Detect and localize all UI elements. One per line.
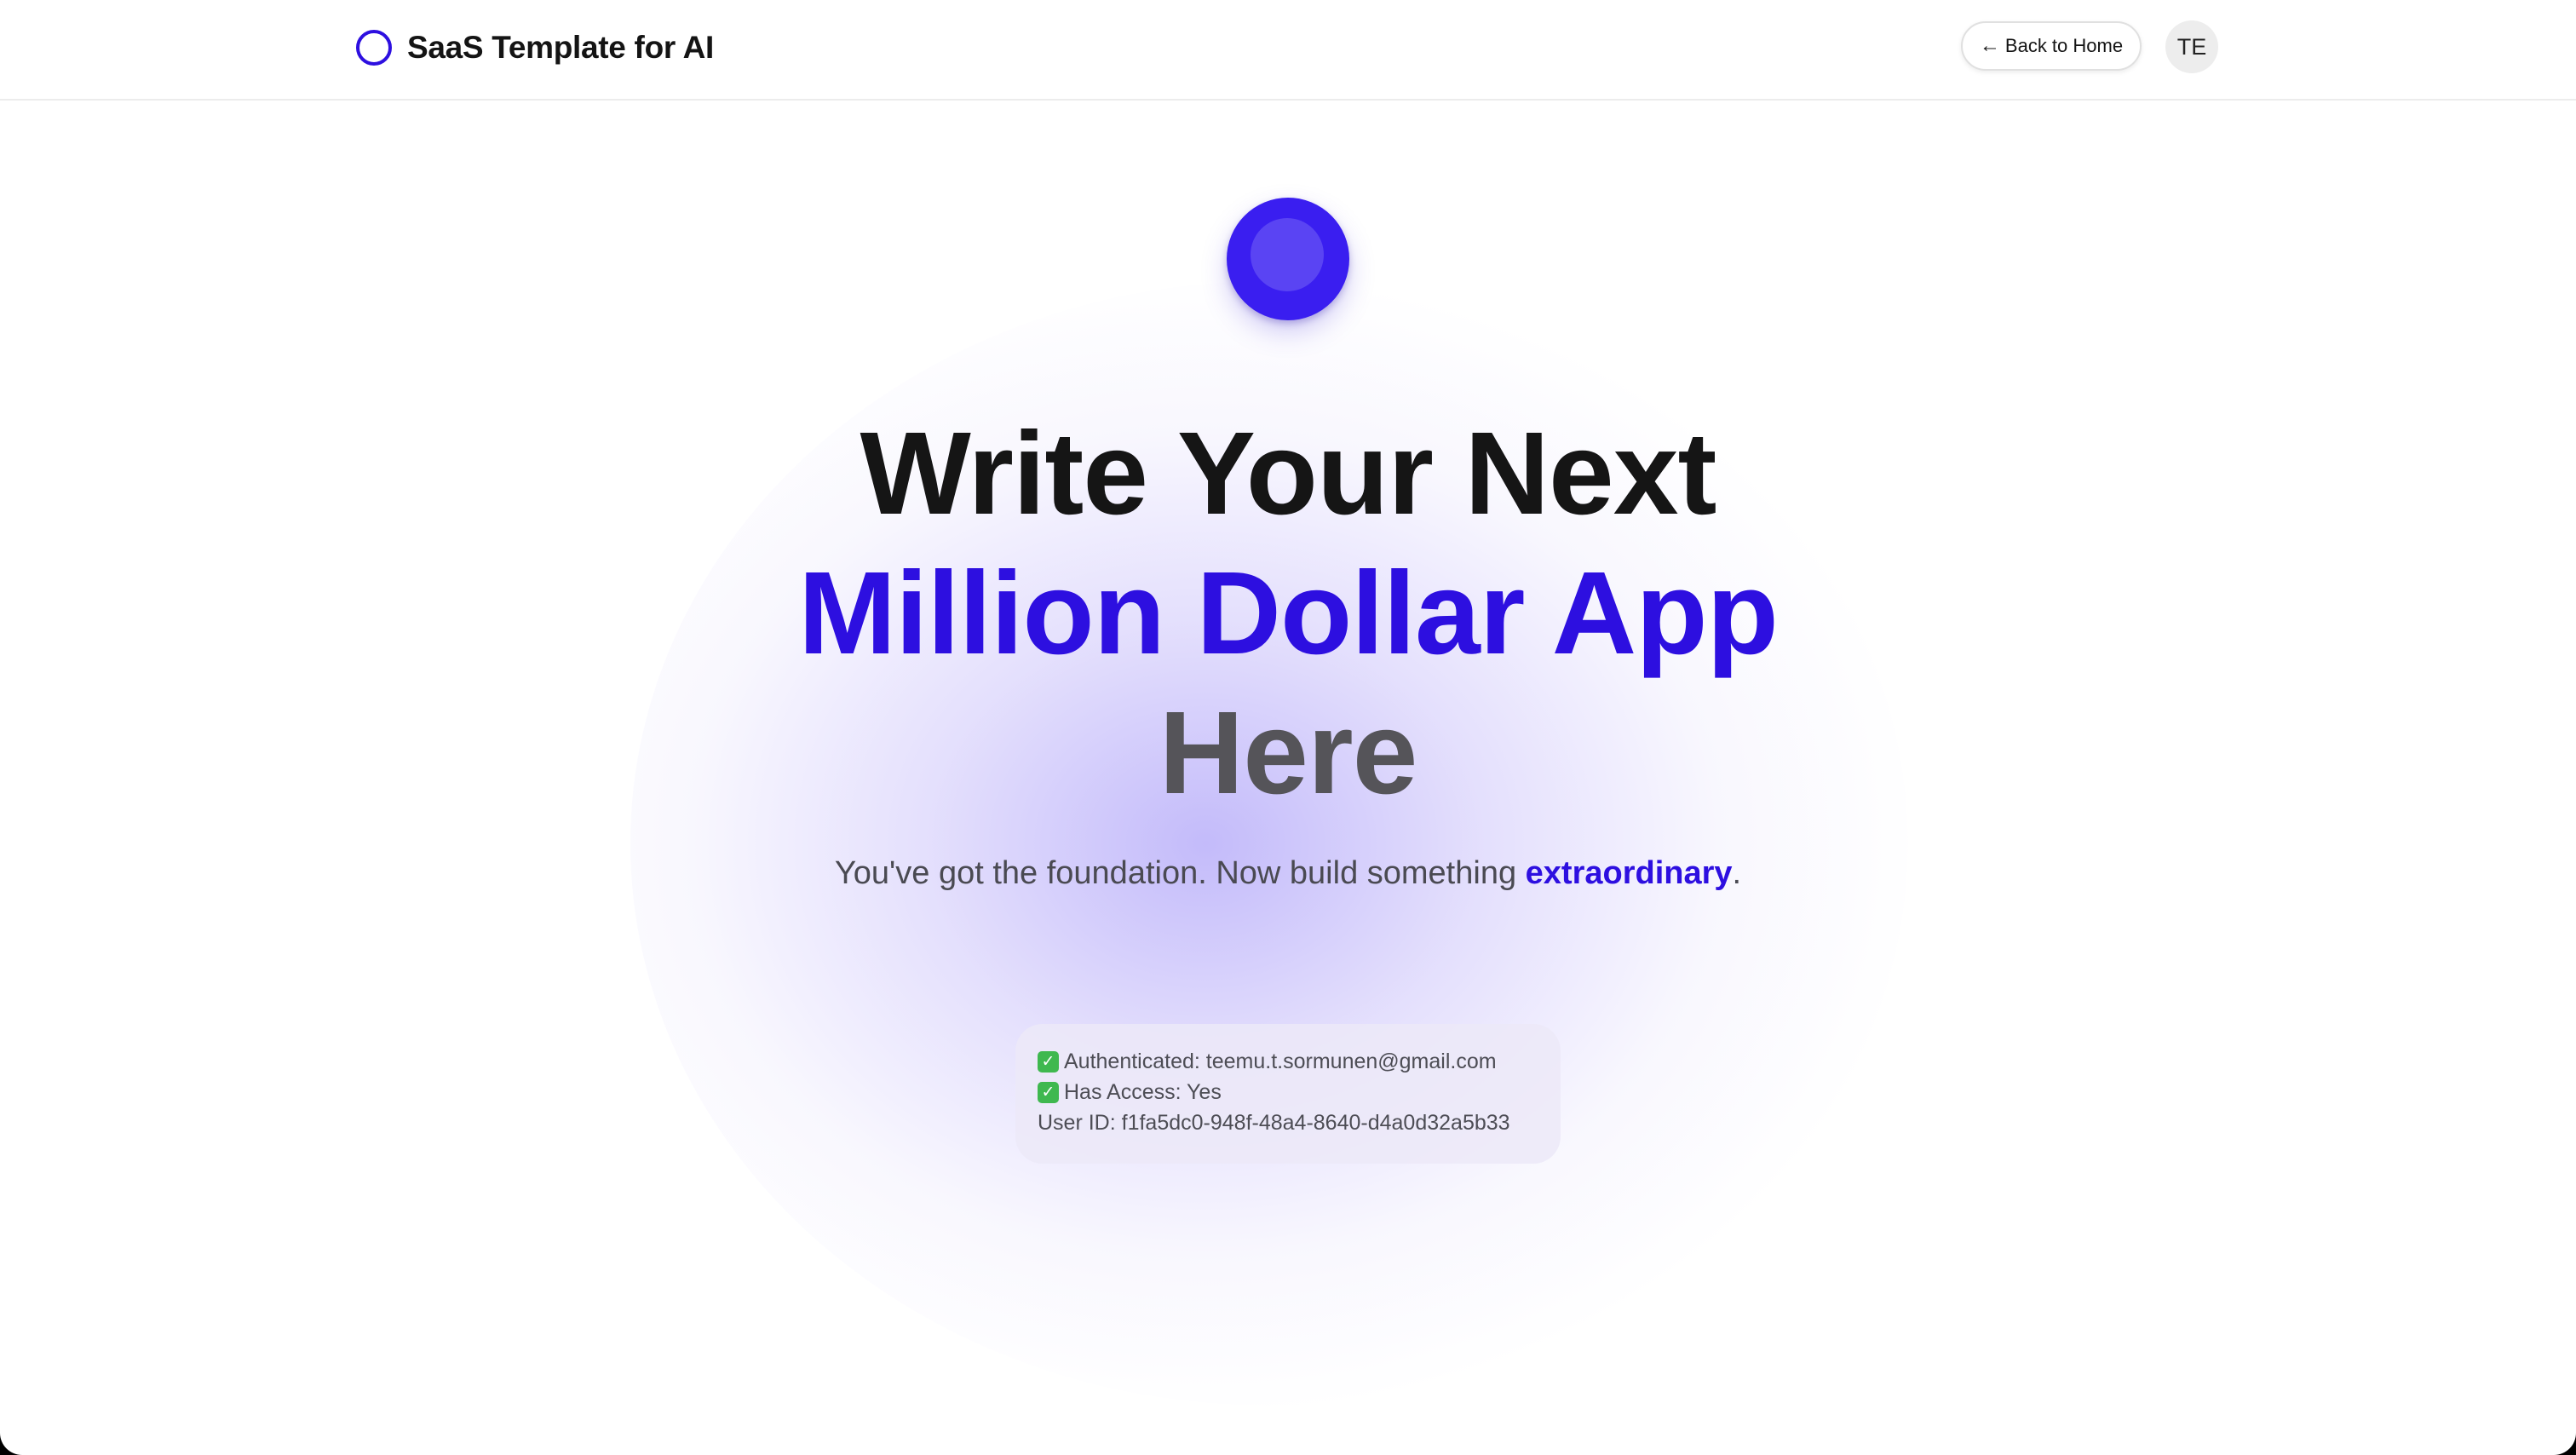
brand-circle-icon (356, 30, 392, 66)
has-access-text: Has Access: Yes (1064, 1079, 1222, 1104)
hero-orb-highlight (1251, 218, 1324, 291)
page: SaaS Template for AI ← Back to Home TE W… (0, 0, 2576, 1455)
headline-line-2: Million Dollar App (798, 548, 1779, 679)
user-id-text: User ID: f1fa5dc0-948f-48a4-8640-d4a0d32… (1038, 1110, 1510, 1135)
headline-line-1: Write Your Next (860, 408, 1717, 539)
authenticated-text: Authenticated: teemu.t.sormunen@gmail.co… (1064, 1049, 1497, 1073)
hero-orb-icon (1227, 198, 1349, 320)
hero-subtitle: You've got the foundation. Now build som… (607, 855, 1969, 892)
user-id-line: User ID: f1fa5dc0-948f-48a4-8640-d4a0d32… (1038, 1107, 1538, 1138)
user-avatar[interactable]: TE (2165, 20, 2218, 73)
auth-status-line: ✓ Authenticated: teemu.t.sormunen@gmail.… (1038, 1046, 1538, 1077)
brand-name: SaaS Template for AI (407, 30, 714, 65)
checkmark-icon: ✓ (1038, 1081, 1059, 1103)
subtitle-text: You've got the foundation. Now build som… (834, 855, 1526, 891)
back-to-home-label: Back to Home (2004, 35, 2124, 56)
checkmark-icon: ✓ (1038, 1050, 1059, 1073)
arrow-left-icon: ← (1979, 34, 2000, 57)
top-navbar: SaaS Template for AI ← Back to Home TE (0, 0, 2576, 101)
headline-line-3: Here (1159, 687, 1418, 819)
access-status-line: ✓ Has Access: Yes (1038, 1077, 1538, 1107)
brand[interactable]: SaaS Template for AI (356, 26, 714, 70)
auth-status-card: ✓ Authenticated: teemu.t.sormunen@gmail.… (1015, 1024, 1561, 1164)
subtitle-accent: extraordinary (1525, 855, 1733, 891)
subtitle-period: . (1732, 855, 1742, 891)
back-to-home-button[interactable]: ← Back to Home (1961, 21, 2142, 71)
